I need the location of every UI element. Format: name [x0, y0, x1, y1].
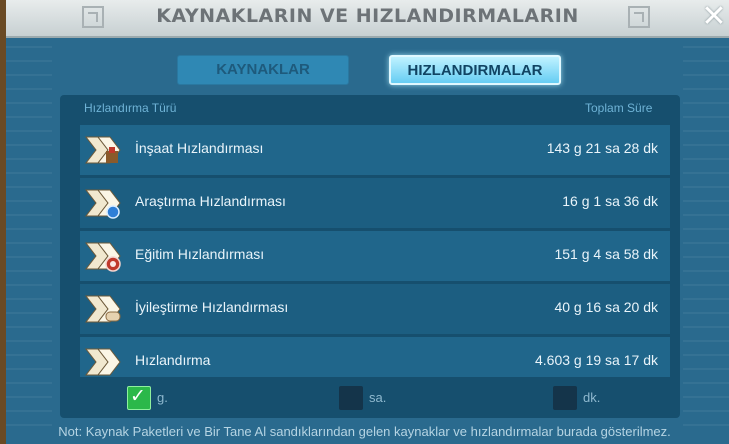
- minutes-checkbox[interactable]: [553, 386, 577, 410]
- days-checkbox[interactable]: ✓: [127, 385, 151, 410]
- table-row: Araştırma Hızlandırması 16 g 1 sa 36 dk: [80, 178, 670, 228]
- research-speedup-icon: [84, 189, 121, 219]
- close-icon[interactable]: ✕: [698, 2, 729, 32]
- row-label: Eğitim Hızlandırması: [135, 246, 265, 262]
- healing-speedup-icon: [84, 295, 121, 323]
- hours-checkbox[interactable]: [339, 386, 363, 410]
- days-label: g.: [157, 390, 168, 405]
- training-speedup-icon: [84, 242, 121, 272]
- tab-resources[interactable]: KAYNAKLAR: [177, 55, 349, 85]
- row-label: İyileştirme Hızlandırması: [135, 299, 289, 315]
- row-value: 4.603 g 19 sa 17 dk: [535, 352, 658, 368]
- hours-label: sa.: [369, 390, 387, 405]
- dialog-header: KAYNAKLARIN VE HIZLANDIRMALARIN ✕: [6, 0, 729, 38]
- row-label: Hızlandırma: [135, 352, 211, 368]
- table-row: İyileştirme Hızlandırması 40 g 16 sa 20 …: [80, 284, 670, 334]
- construction-speedup-icon: [84, 136, 121, 164]
- row-value: 16 g 1 sa 36 dk: [562, 193, 658, 209]
- table-row: Eğitim Hızlandırması 151 g 4 sa 58 dk: [80, 231, 670, 281]
- right-border-pattern: [683, 36, 729, 426]
- left-border-pattern: [6, 36, 52, 426]
- row-value: 143 g 21 sa 28 dk: [546, 140, 658, 156]
- row-value: 151 g 4 sa 58 dk: [554, 246, 658, 262]
- minutes-label: dk.: [583, 390, 601, 405]
- table-row: İnşaat Hızlandırması 143 g 21 sa 28 dk: [80, 125, 670, 175]
- tab-speedups[interactable]: HIZLANDIRMALAR: [389, 55, 561, 85]
- row-label: Araştırma Hızlandırması: [135, 193, 286, 209]
- row-label: İnşaat Hızlandırması: [135, 140, 264, 156]
- dialog-title: KAYNAKLARIN VE HIZLANDIRMALARIN: [156, 5, 579, 27]
- check-icon: ✓: [130, 385, 146, 407]
- footer-note: Not: Kaynak Paketleri ve Bir Tane Al san…: [58, 424, 671, 439]
- row-value: 40 g 16 sa 20 dk: [554, 299, 658, 315]
- universal-speedup-icon: [84, 348, 121, 376]
- table-row: Hızlandırma 4.603 g 19 sa 17 dk: [80, 337, 670, 377]
- column-header-total: Toplam Süre: [585, 101, 653, 115]
- column-header-type: Hızlandırma Türü: [84, 101, 177, 115]
